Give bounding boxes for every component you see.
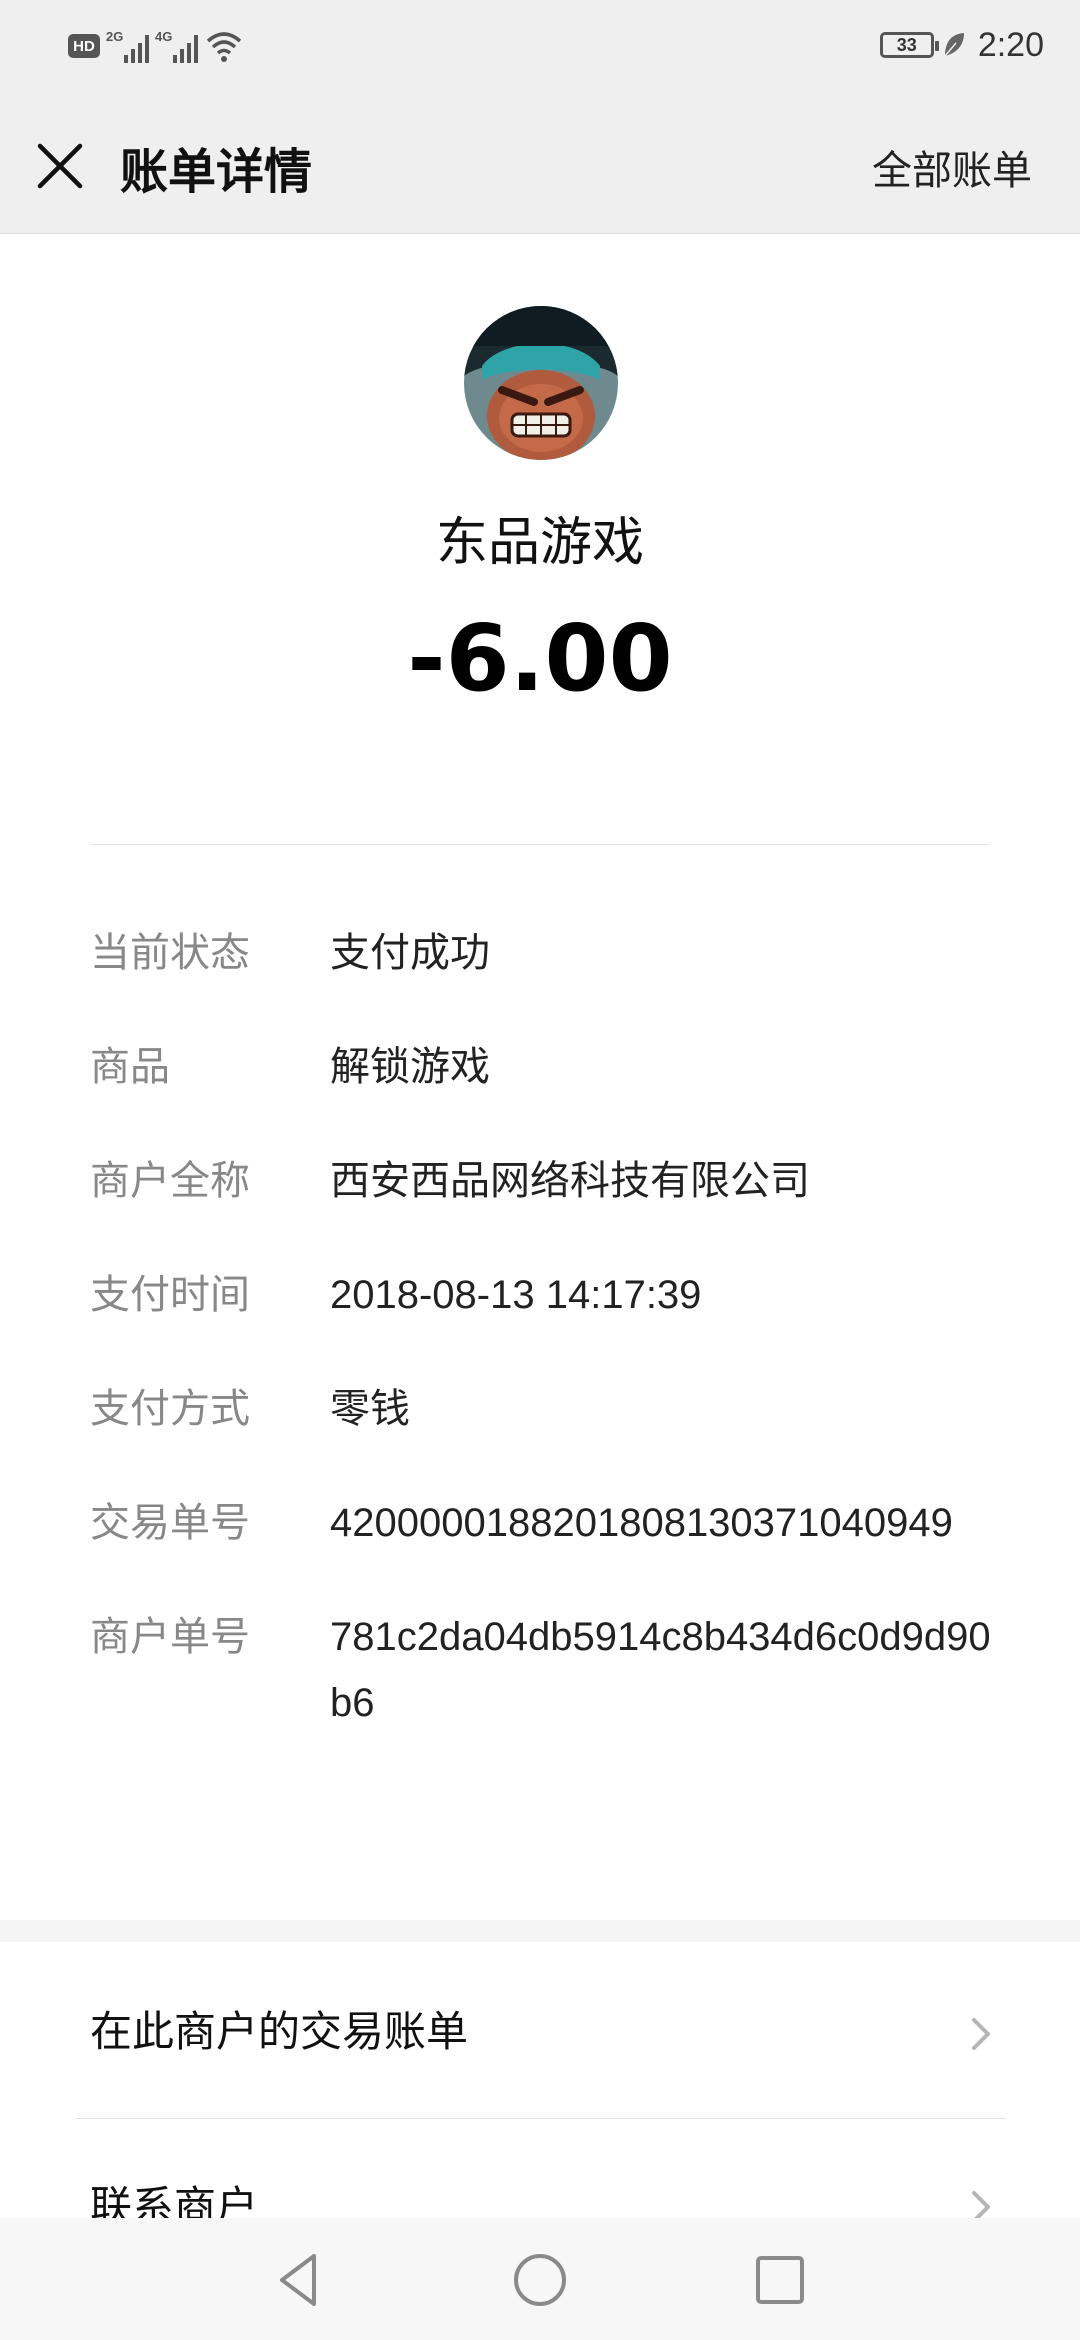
detail-row-pay-method: 支付方式 零钱 — [90, 1376, 1010, 1442]
bill-details: 当前状态 支付成功 商品 解锁游戏 商户全称 西安西品网络科技有限公司 支付时间… — [90, 920, 1010, 1802]
detail-label: 商户单号 — [90, 1614, 250, 1660]
close-icon[interactable] — [24, 130, 96, 202]
detail-row-status: 当前状态 支付成功 — [90, 920, 1010, 986]
sim1-signal-icon: 2G — [106, 29, 149, 63]
detail-label: 支付方式 — [90, 1386, 250, 1432]
detail-value[interactable]: 4200000188201808130371040949 — [330, 1490, 1010, 1556]
chevron-right-icon — [972, 2191, 990, 2218]
contact-merchant-link[interactable]: 联系商户 — [0, 2119, 1080, 2218]
clock: 2:20 — [977, 25, 1044, 64]
detail-row-product: 商品 解锁游戏 — [90, 1034, 1010, 1100]
detail-label: 商品 — [90, 1044, 170, 1090]
all-bills-link[interactable]: 全部账单 — [872, 138, 1032, 196]
payment-amount: -6.00 — [407, 605, 673, 712]
system-nav-bar — [0, 2218, 1080, 2340]
section-gap — [0, 1920, 1080, 1942]
merchant-name: 东品游戏 — [435, 513, 644, 573]
detail-label: 当前状态 — [90, 930, 250, 976]
divider — [90, 844, 990, 845]
battery-icon: 33 — [879, 32, 939, 58]
sim2-signal-icon: 4G — [155, 29, 198, 63]
leaf-icon — [944, 33, 964, 57]
nav-back-icon[interactable] — [268, 2248, 332, 2312]
hd-badge: HD — [68, 34, 100, 58]
status-bar: HD 2G 4G 33 2:20 — [0, 0, 1080, 90]
merchant-bills-link[interactable]: 在此商户的交易账单 — [0, 1942, 1080, 2118]
detail-value: 解锁游戏 — [330, 1044, 490, 1090]
detail-value: 支付成功 — [330, 930, 490, 976]
status-indicators: HD 2G 4G — [68, 26, 244, 66]
nav-recent-icon[interactable] — [748, 2248, 812, 2312]
detail-row-transaction-id: 交易单号 4200000188201808130371040949 — [90, 1490, 1010, 1556]
page-title: 账单详情 — [120, 144, 313, 200]
detail-value: 2018-08-13 14:17:39 — [330, 1273, 702, 1317]
link-label: 联系商户 — [90, 2182, 259, 2218]
nav-home-icon[interactable] — [508, 2248, 572, 2312]
status-right: 33 2:20 — [879, 22, 1044, 68]
detail-row-pay-time: 支付时间 2018-08-13 14:17:39 — [90, 1262, 1010, 1328]
wifi-icon — [206, 32, 242, 62]
chevron-right-icon — [972, 2018, 990, 2050]
title-bar: 账单详情 全部账单 — [0, 90, 1080, 234]
detail-value[interactable]: 781c2da04db5914c8b434d6c0d9d90b6 — [330, 1604, 1010, 1736]
merchant-avatar — [464, 306, 618, 460]
detail-value: 零钱 — [330, 1386, 410, 1432]
detail-row-merchant-fullname: 商户全称 西安西品网络科技有限公司 — [90, 1148, 1010, 1214]
link-label: 在此商户的交易账单 — [90, 2007, 469, 2056]
detail-value: 西安西品网络科技有限公司 — [330, 1158, 810, 1204]
detail-label: 支付时间 — [90, 1272, 250, 1318]
detail-row-merchant-order-id: 商户单号 781c2da04db5914c8b434d6c0d9d90b6 — [90, 1604, 1010, 1736]
detail-label: 商户全称 — [90, 1158, 250, 1204]
detail-label: 交易单号 — [90, 1500, 250, 1546]
